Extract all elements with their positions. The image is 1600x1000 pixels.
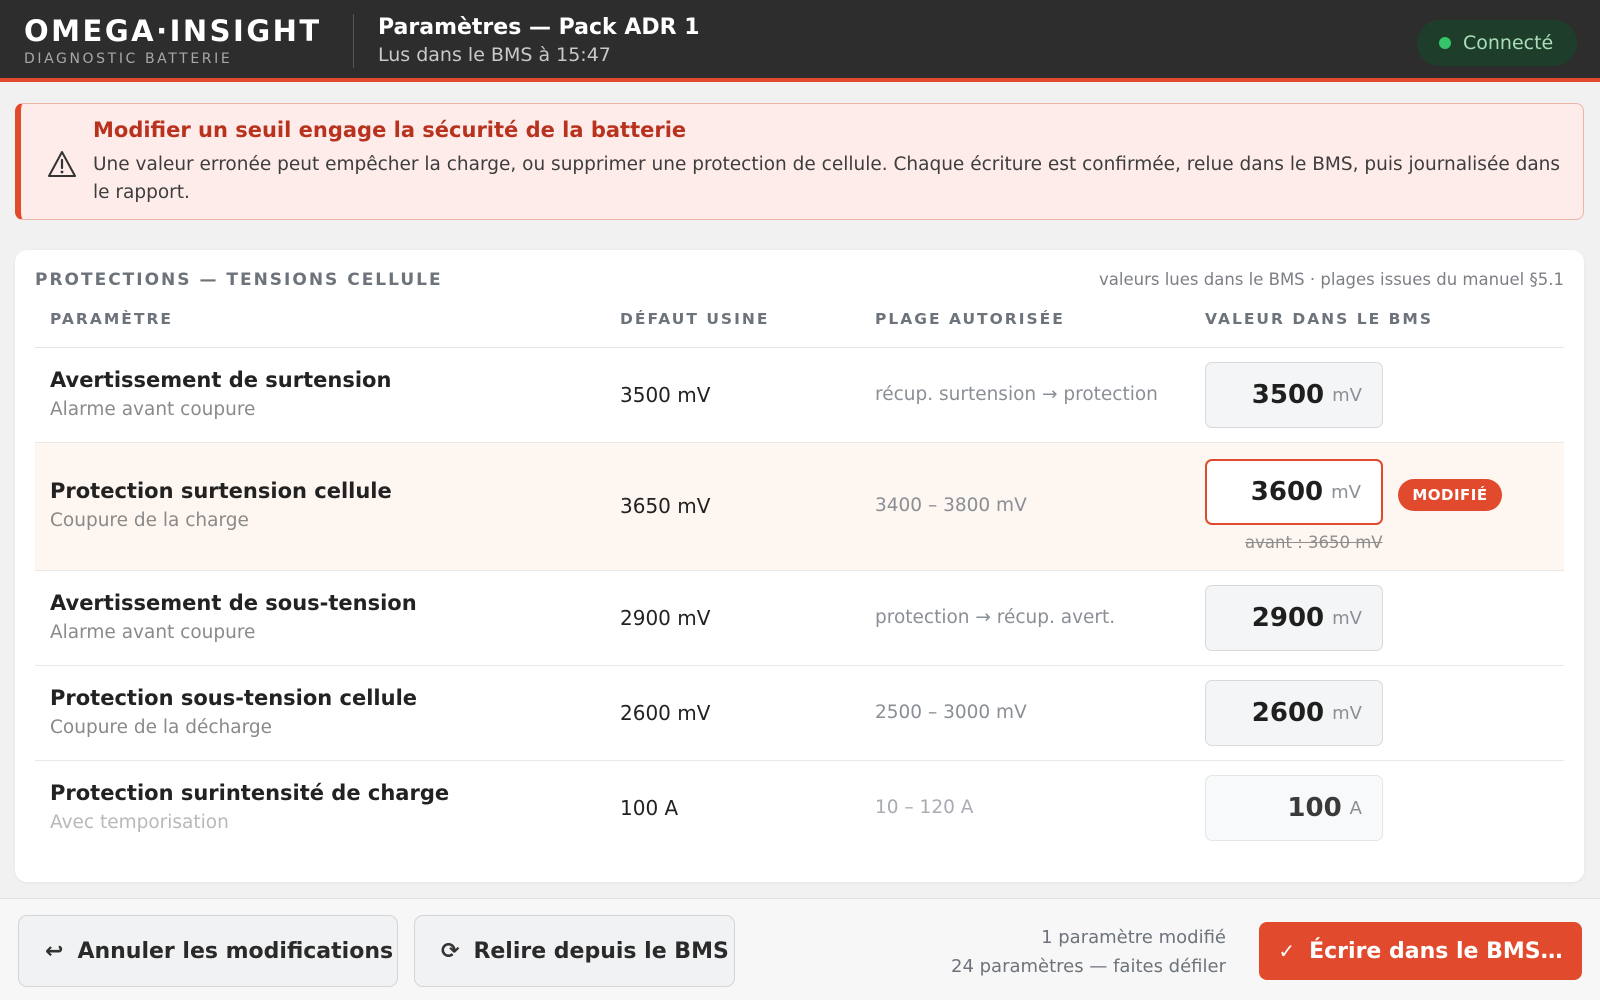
action-footer: ↩ Annuler les modifications ⟳ Relire dep… [0,898,1600,1000]
undo-changes-button[interactable]: ↩ Annuler les modifications [18,915,398,987]
undo-changes-label: Annuler les modifications [77,938,394,964]
brand-logo: OMEGA·INSIGHT DIAGNOSTIC BATTERIE [24,14,322,68]
checkmark-icon: ✓ [1278,939,1296,963]
undo-arrow-icon: ↩ [45,938,64,964]
modification-summary: 1 paramètre modifié 24 paramètres — fait… [951,923,1226,981]
bms-value: 2600 [1251,698,1325,728]
factory-default: 2900 mV [620,606,711,630]
table-row: Protection sous-tension cellule Coupure … [35,666,1564,761]
factory-default: 2600 mV [620,701,711,725]
factory-default: 3500 mV [620,383,711,407]
warning-title: Modifier un seuil engage la sécurité de … [93,118,687,142]
bms-value-input[interactable]: 2900 mV [1205,585,1383,651]
bms-value: 3500 [1251,380,1325,410]
parameter-name: Protection surintensité de charge [50,781,450,805]
warning-body: Une valeur erronée peut empêcher la char… [93,154,1561,203]
table-row: Avertissement de surtension Alarme avant… [35,348,1564,443]
bms-value-input[interactable]: 100 A [1205,775,1383,841]
parameter-name: Avertissement de surtension [50,368,392,392]
write-to-bms-button[interactable]: ✓ Écrire dans le BMS… [1259,922,1582,980]
bms-value-unit: mV [1332,384,1362,406]
bms-value-unit: mV [1332,607,1362,629]
parameter-description: Avec temporisation [50,812,229,833]
bms-value-unit: mV [1332,702,1362,724]
parameter-description: Coupure de la décharge [50,717,273,738]
column-header-parameter: PARAMÈTRE [50,310,173,328]
safety-warning-banner: Modifier un seuil engage la sécurité de … [15,103,1584,220]
table-row: Avertissement de sous-tension Alarme ava… [35,571,1564,666]
table-row: Protection surtension cellule Coupure de… [35,443,1564,571]
bms-value-input[interactable]: 3600 mV [1205,459,1383,525]
allowed-range: récup. surtension → protection [875,384,1158,405]
modified-count: 1 paramètre modifié [1041,927,1226,948]
factory-default: 3650 mV [620,494,711,518]
reload-from-bms-label: Relire depuis le BMS [473,938,729,964]
factory-default: 100 A [620,796,679,820]
bms-value-input[interactable]: 3500 mV [1205,362,1383,428]
connection-status-label: Connecté [1463,32,1554,54]
write-to-bms-label: Écrire dans le BMS… [1309,938,1563,964]
modified-badge: MODIFIÉ [1398,479,1502,511]
page-title-block: Paramètres — Pack ADR 1 Lus dans le BMS … [378,14,700,68]
parameter-description: Coupure de la charge [50,510,249,531]
parameter-name: Avertissement de sous-tension [50,591,417,615]
brand-subtitle: DIAGNOSTIC BATTERIE [24,51,233,67]
warning-triangle-icon [48,151,76,177]
allowed-range: 10 – 120 A [875,797,974,818]
app-header: OMEGA·INSIGHT DIAGNOSTIC BATTERIE Paramè… [0,0,1600,82]
refresh-icon: ⟳ [441,938,460,964]
header-divider [353,14,354,68]
bms-value-input[interactable]: 2600 mV [1205,680,1383,746]
page-title: Paramètres — Pack ADR 1 [378,15,700,40]
bms-value: 2900 [1251,603,1325,633]
allowed-range: 3400 – 3800 mV [875,495,1027,516]
parameters-table-card: PROTECTIONS — TENSIONS CELLULE valeurs l… [15,250,1584,882]
parameter-description: Alarme avant coupure [50,399,256,420]
section-note: valeurs lues dans le BMS · plages issues… [1099,270,1564,289]
parameter-name: Protection sous-tension cellule [50,686,418,710]
brand-name: OMEGA·INSIGHT [24,14,322,48]
table-row: Protection surintensité de charge Avec t… [35,761,1564,856]
status-dot-icon [1439,37,1451,49]
connection-status-badge: Connecté [1417,20,1577,66]
parameter-name: Protection surtension cellule [50,479,392,503]
section-title: PROTECTIONS — TENSIONS CELLULE [35,270,443,290]
bms-value: 100 [1287,793,1342,823]
reload-from-bms-button[interactable]: ⟳ Relire depuis le BMS [414,915,735,987]
parameter-description: Alarme avant coupure [50,622,256,643]
allowed-range: protection → récup. avert. [875,607,1116,628]
previous-value: avant : 3650 mV [1245,533,1383,552]
page-subtitle: Lus dans le BMS à 15:47 [378,44,611,66]
bms-value-unit: mV [1331,481,1361,503]
allowed-range: 2500 – 3000 mV [875,702,1027,723]
bms-value: 3600 [1250,477,1324,507]
bms-value-unit: A [1349,797,1362,819]
parameter-count: 24 paramètres — faites défiler [951,956,1226,977]
column-header-default: DÉFAUT USINE [620,310,770,328]
column-header-range: PLAGE AUTORISÉE [875,310,1065,328]
column-header-bms-value: VALEUR DANS LE BMS [1205,310,1433,328]
